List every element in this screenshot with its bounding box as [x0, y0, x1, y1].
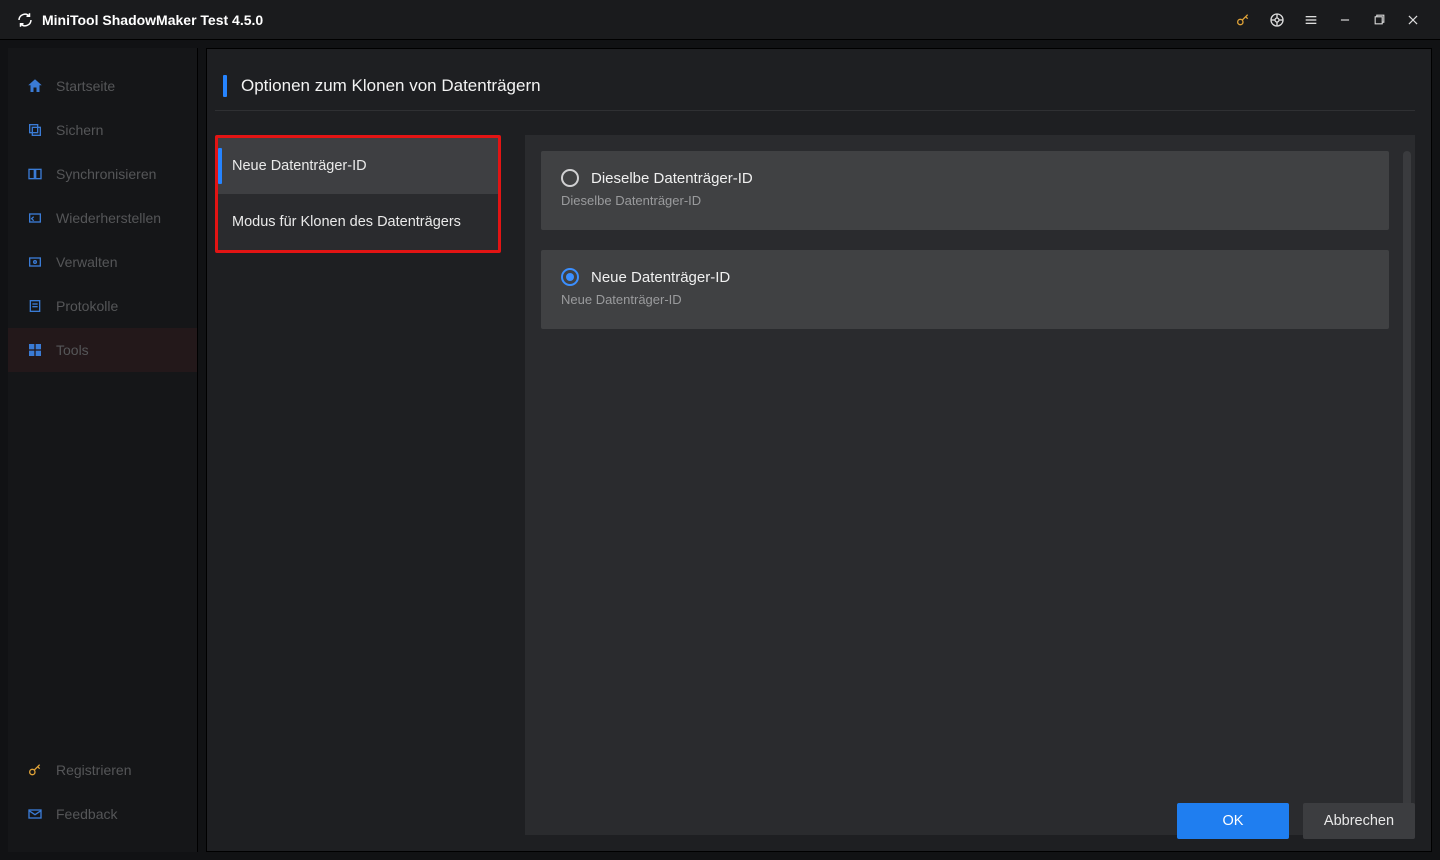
sidebar-item-label: Verwalten [56, 254, 117, 270]
activate-key-button[interactable] [1226, 0, 1260, 40]
cancel-button[interactable]: Abbrechen [1303, 803, 1415, 839]
help-button[interactable] [1260, 0, 1294, 40]
ok-button[interactable]: OK [1177, 803, 1289, 839]
radio-option-desc: Dieselbe Datenträger-ID [561, 193, 1369, 208]
key-icon [26, 761, 44, 779]
scrollbar[interactable] [1403, 151, 1411, 819]
radio-option-label: Dieselbe Datenträger-ID [591, 170, 753, 187]
option-tab-new-disk-id[interactable]: Neue Datenträger-ID [218, 138, 498, 194]
sidebar-item-label: Wiederherstellen [56, 210, 161, 226]
radio-icon [561, 268, 579, 286]
page-title: Optionen zum Klonen von Datenträgern [241, 76, 541, 96]
home-icon [26, 77, 44, 95]
sidebar-item-register[interactable]: Registrieren [8, 748, 197, 792]
sidebar-item-label: Registrieren [56, 762, 131, 778]
logs-icon [26, 297, 44, 315]
sidebar-item-label: Startseite [56, 78, 115, 94]
option-tab-label: Neue Datenträger-ID [232, 158, 367, 174]
sidebar-item-label: Synchronisieren [56, 166, 156, 182]
maximize-button[interactable] [1362, 0, 1396, 40]
sidebar-item-label: Feedback [56, 806, 117, 822]
radio-option-new-id[interactable]: Neue Datenträger-ID Neue Datenträger-ID [541, 250, 1389, 329]
sidebar-item-manage[interactable]: Verwalten [8, 240, 197, 284]
sidebar-item-label: Sichern [56, 122, 103, 138]
manage-icon [26, 253, 44, 271]
restore-icon [26, 209, 44, 227]
titlebar: MiniTool ShadowMaker Test 4.5.0 [0, 0, 1440, 40]
backup-icon [26, 121, 44, 139]
option-tab-label: Modus für Klonen des Datenträgers [232, 214, 461, 230]
sidebar-item-sync[interactable]: Synchronisieren [8, 152, 197, 196]
sidebar-item-tools[interactable]: Tools [8, 328, 197, 372]
sidebar-item-feedback[interactable]: Feedback [8, 792, 197, 836]
radio-option-label: Neue Datenträger-ID [591, 269, 730, 286]
sidebar-item-logs[interactable]: Protokolle [8, 284, 197, 328]
radio-option-same-id[interactable]: Dieselbe Datenträger-ID Dieselbe Datentr… [541, 151, 1389, 230]
app-logo-icon [16, 11, 34, 29]
close-button[interactable] [1396, 0, 1430, 40]
radio-icon [561, 169, 579, 187]
sidebar-item-label: Protokolle [56, 298, 118, 314]
content-area: Optionen zum Klonen von Datenträgern Neu… [206, 48, 1432, 852]
app-title: MiniTool ShadowMaker Test 4.5.0 [42, 12, 263, 28]
radio-option-desc: Neue Datenträger-ID [561, 292, 1369, 307]
options-panel: Dieselbe Datenträger-ID Dieselbe Datentr… [525, 135, 1415, 835]
minimize-button[interactable] [1328, 0, 1362, 40]
sidebar-item-restore[interactable]: Wiederherstellen [8, 196, 197, 240]
header-accent-bar [223, 75, 227, 97]
option-tab-list: Neue Datenträger-ID Modus für Klonen des… [215, 135, 501, 253]
mail-icon [26, 805, 44, 823]
option-tab-clone-mode[interactable]: Modus für Klonen des Datenträgers [218, 194, 498, 250]
tools-icon [26, 341, 44, 359]
sync-icon [26, 165, 44, 183]
sidebar-item-label: Tools [56, 342, 89, 358]
sidebar-item-backup[interactable]: Sichern [8, 108, 197, 152]
sidebar: Startseite Sichern Synchronisieren Wiede… [8, 48, 198, 852]
menu-button[interactable] [1294, 0, 1328, 40]
page-header: Optionen zum Klonen von Datenträgern [215, 61, 1415, 111]
dialog-footer: OK Abbrechen [1177, 803, 1415, 839]
sidebar-item-home[interactable]: Startseite [8, 64, 197, 108]
